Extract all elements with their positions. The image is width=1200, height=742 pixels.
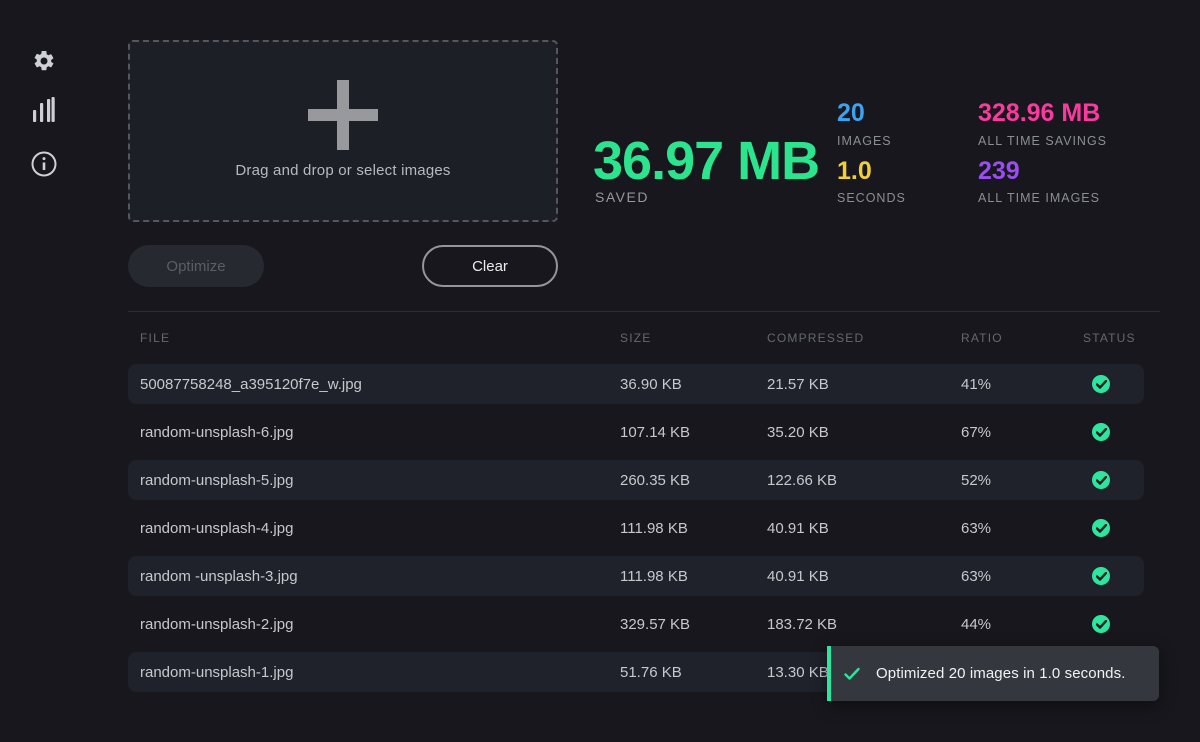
success-check-icon (1092, 567, 1110, 585)
stat-seconds-value: 1.0 (837, 157, 872, 185)
file-size: 107.14 KB (620, 424, 767, 441)
file-name: random-unsplash-6.jpg (128, 424, 620, 441)
compression-ratio: 44% (961, 616, 1083, 633)
gear-icon (32, 49, 56, 73)
compressed-size: 40.91 KB (767, 520, 961, 537)
compressed-size: 35.20 KB (767, 424, 961, 441)
table-body: 50087758248_a395120f7e_w.jpg 36.90 KB 21… (128, 364, 1160, 692)
clear-button[interactable]: Clear (422, 245, 558, 287)
bar-chart-icon (31, 96, 57, 124)
toast-notification: Optimized 20 images in 1.0 seconds. (827, 646, 1159, 701)
settings-button[interactable] (30, 47, 58, 75)
file-size: 111.98 KB (620, 520, 767, 537)
header-file: FILE (128, 331, 620, 345)
compression-ratio: 41% (961, 376, 1083, 393)
plus-icon (308, 80, 378, 150)
file-size: 329.57 KB (620, 616, 767, 633)
header-status: STATUS (1083, 331, 1144, 345)
saved-label: SAVED (595, 189, 649, 205)
header-ratio: RATIO (961, 331, 1083, 345)
compressed-size: 40.91 KB (767, 568, 961, 585)
file-size: 51.76 KB (620, 664, 767, 681)
file-name: random-unsplash-4.jpg (128, 520, 620, 537)
app-window: Drag and drop or select images Optimize … (0, 0, 1200, 742)
table-header: FILE SIZE COMPRESSED RATIO STATUS (128, 312, 1144, 364)
stat-images-label: IMAGES (837, 134, 892, 148)
about-button[interactable] (30, 150, 58, 178)
stat-alltime-savings-value: 328.96 MB (978, 99, 1100, 127)
file-name: random-unsplash-1.jpg (128, 664, 620, 681)
dropzone-label: Drag and drop or select images (235, 162, 450, 179)
file-name: random-unsplash-5.jpg (128, 472, 620, 489)
file-name: 50087758248_a395120f7e_w.jpg (128, 376, 620, 393)
file-size: 260.35 KB (620, 472, 767, 489)
success-check-icon (1092, 423, 1110, 441)
compression-ratio: 63% (961, 568, 1083, 585)
table-row: random-unsplash-4.jpg 111.98 KB 40.91 KB… (128, 508, 1144, 548)
toast-accent-bar (827, 646, 831, 701)
compression-ratio: 63% (961, 520, 1083, 537)
table-row: random-unsplash-5.jpg 260.35 KB 122.66 K… (128, 460, 1144, 500)
success-check-icon (1092, 519, 1110, 537)
compression-ratio: 52% (961, 472, 1083, 489)
toast-message: Optimized 20 images in 1.0 seconds. (876, 665, 1125, 682)
compression-ratio: 67% (961, 424, 1083, 441)
file-size: 36.90 KB (620, 376, 767, 393)
check-icon (844, 667, 860, 681)
optimize-button[interactable]: Optimize (128, 245, 264, 287)
results-table: FILE SIZE COMPRESSED RATIO STATUS 500877… (128, 311, 1160, 700)
file-name: random-unsplash-2.jpg (128, 616, 620, 633)
stat-seconds-label: SECONDS (837, 191, 906, 205)
success-check-icon (1092, 615, 1110, 633)
table-row: 50087758248_a395120f7e_w.jpg 36.90 KB 21… (128, 364, 1144, 404)
dropzone[interactable]: Drag and drop or select images (128, 40, 558, 222)
saved-total: 36.97 MB (593, 133, 819, 189)
file-name: random -unsplash-3.jpg (128, 568, 620, 585)
stat-alltime-savings-label: ALL TIME SAVINGS (978, 134, 1107, 148)
success-check-icon (1092, 375, 1110, 393)
table-row: random-unsplash-6.jpg 107.14 KB 35.20 KB… (128, 412, 1144, 452)
statistics-button[interactable] (30, 96, 58, 124)
table-row: random-unsplash-2.jpg 329.57 KB 183.72 K… (128, 604, 1144, 644)
compressed-size: 183.72 KB (767, 616, 961, 633)
info-icon (31, 151, 57, 177)
success-check-icon (1092, 471, 1110, 489)
header-compressed: COMPRESSED (767, 331, 961, 345)
compressed-size: 21.57 KB (767, 376, 961, 393)
header-size: SIZE (620, 331, 767, 345)
table-row: random -unsplash-3.jpg 111.98 KB 40.91 K… (128, 556, 1144, 596)
compressed-size: 122.66 KB (767, 472, 961, 489)
stat-alltime-images-value: 239 (978, 157, 1020, 185)
file-size: 111.98 KB (620, 568, 767, 585)
stat-alltime-images-label: ALL TIME IMAGES (978, 191, 1100, 205)
stat-images-value: 20 (837, 99, 865, 127)
